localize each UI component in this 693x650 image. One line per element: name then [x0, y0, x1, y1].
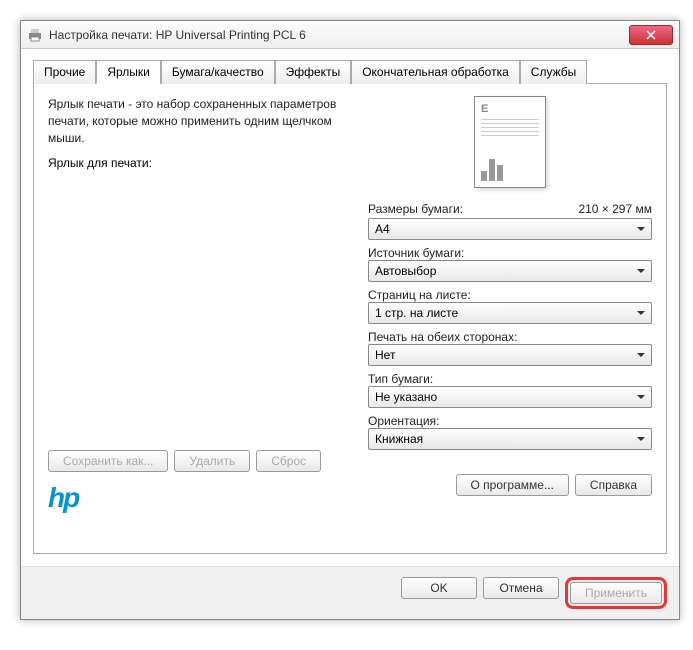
printer-icon: [27, 27, 43, 43]
tab-services[interactable]: Службы: [520, 60, 587, 84]
paper-source-label: Источник бумаги:: [368, 246, 652, 260]
paper-size-dims: 210 × 297 мм: [578, 202, 652, 216]
paper-type-dropdown[interactable]: Не указано: [368, 386, 652, 408]
hp-logo: hp: [48, 482, 348, 514]
reset-button[interactable]: Сброс: [256, 450, 321, 472]
ok-button[interactable]: OK: [401, 577, 477, 599]
window-title: Настройка печати: HP Universal Printing …: [49, 28, 629, 42]
info-buttons: О программе... Справка: [368, 474, 652, 496]
paper-size-label: Размеры бумаги:: [368, 202, 463, 216]
duplex-label: Печать на обеих сторонах:: [368, 330, 652, 344]
help-button[interactable]: Справка: [575, 474, 652, 496]
orientation-dropdown[interactable]: Книжная: [368, 428, 652, 450]
description-text: Ярлык печати - это набор сохраненных пар…: [48, 96, 348, 146]
titlebar: Настройка печати: HP Universal Printing …: [21, 21, 679, 49]
apply-button[interactable]: Применить: [570, 582, 662, 604]
print-settings-dialog: Настройка печати: HP Universal Printing …: [20, 20, 680, 620]
apply-highlight: Применить: [565, 577, 667, 609]
close-button[interactable]: [629, 25, 673, 45]
shortcut-actions: Сохранить как... Удалить Сброс: [48, 450, 348, 472]
shortcut-list-label: Ярлык для печати:: [48, 156, 348, 170]
tab-shortcuts[interactable]: Ярлыки: [96, 60, 161, 84]
tab-strip: Прочие Ярлыки Бумага/качество Эффекты Ок…: [33, 59, 667, 84]
paper-size-dropdown[interactable]: A4: [368, 218, 652, 240]
save-as-button[interactable]: Сохранить как...: [48, 450, 168, 472]
paper-type-label: Тип бумаги:: [368, 372, 652, 386]
tab-other[interactable]: Прочие: [33, 60, 96, 84]
tab-paper-quality[interactable]: Бумага/качество: [161, 60, 275, 84]
dialog-footer: OK Отмена Применить: [21, 566, 679, 619]
orientation-label: Ориентация:: [368, 414, 652, 428]
delete-button[interactable]: Удалить: [174, 450, 250, 472]
tab-finishing[interactable]: Окончательная обработка: [351, 60, 520, 84]
cancel-button[interactable]: Отмена: [483, 577, 559, 599]
pages-per-sheet-dropdown[interactable]: 1 стр. на листе: [368, 302, 652, 324]
tab-panel: Ярлык печати - это набор сохраненных пар…: [33, 84, 667, 554]
duplex-dropdown[interactable]: Нет: [368, 344, 652, 366]
tab-effects[interactable]: Эффекты: [275, 60, 352, 84]
dialog-content: Прочие Ярлыки Бумага/качество Эффекты Ок…: [21, 49, 679, 566]
close-icon: [646, 30, 656, 40]
about-button[interactable]: О программе...: [456, 474, 569, 496]
pages-per-sheet-label: Страниц на листе:: [368, 288, 652, 302]
page-preview: E: [474, 96, 546, 188]
paper-source-dropdown[interactable]: Автовыбор: [368, 260, 652, 282]
